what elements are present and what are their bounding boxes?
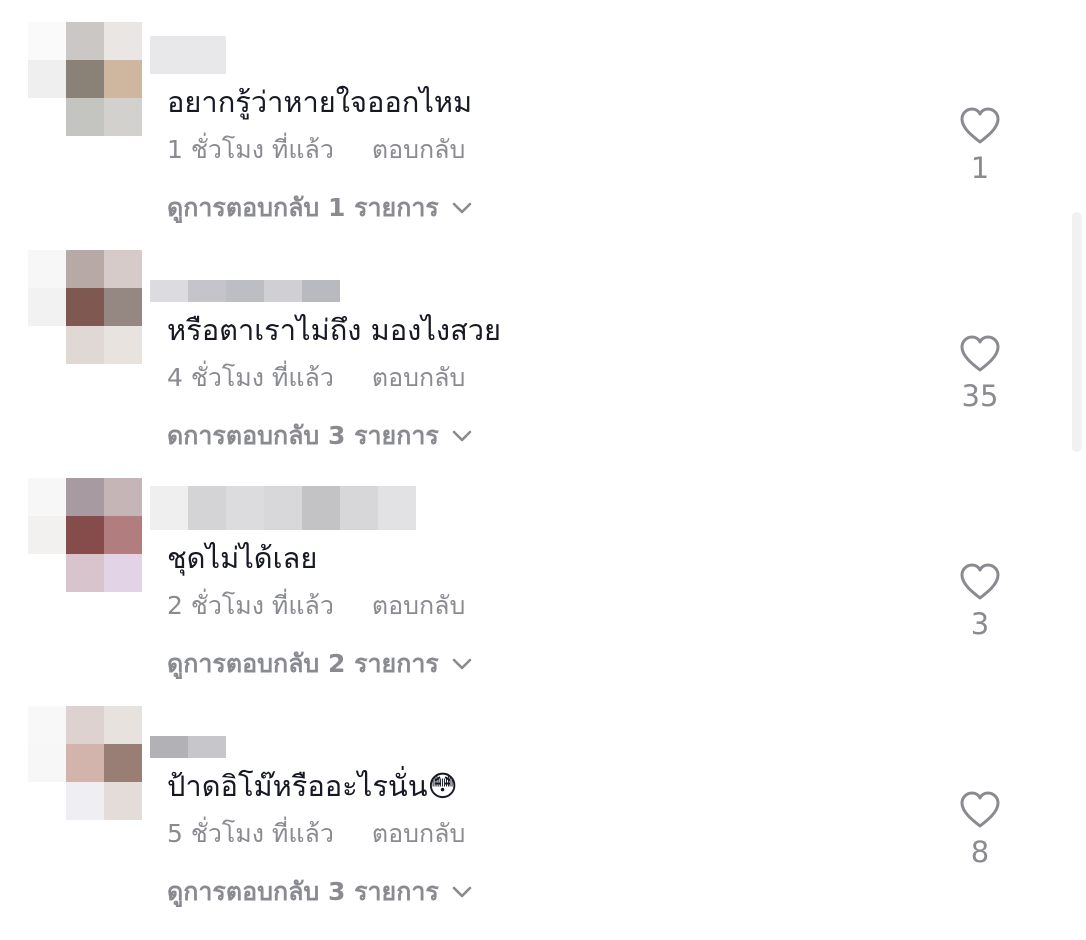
reply-button[interactable]: ตอบกลับ <box>372 363 465 392</box>
heart-outline-icon[interactable] <box>958 334 1002 374</box>
like-count: 1 <box>970 151 990 185</box>
view-replies-label: ดูการตอบกลับ 1 รายการ <box>167 193 439 222</box>
comment-item: หรือตาเราไม่ถึง มองไงสวย 4 ชั่วโมง ที่แล… <box>0 250 1060 478</box>
heart-outline-icon[interactable] <box>958 790 1002 830</box>
view-replies-label: ดูการตอบกลับ 2 รายการ <box>167 649 439 678</box>
comment-time: 2 ชั่วโมง ที่แล้ว <box>167 591 334 620</box>
like-count: 3 <box>970 607 990 641</box>
like-count: 35 <box>961 379 999 413</box>
chevron-down-icon <box>452 886 472 898</box>
view-replies-button[interactable]: ดการตอบกลับ 3 รายการ <box>167 420 473 452</box>
comment-item: ป้าดอิโม๊หรืออะไรนั่น😳 5 ชั่วโมง ที่แล้ว… <box>0 706 1060 934</box>
comment-meta: 2 ชั่วโมง ที่แล้ว ตอบกลับ <box>167 590 465 622</box>
username-blurred[interactable] <box>150 714 226 758</box>
comment-item: ชุดไม่ได้เลย 2 ชั่วโมง ที่แล้ว ตอบกลับ ดู… <box>0 478 1060 706</box>
heart-outline-icon[interactable] <box>958 562 1002 602</box>
comment-text: ป้าดอิโม๊หรืออะไรนั่น😳 <box>167 769 458 803</box>
comment-meta: 5 ชั่วโมง ที่แล้ว ตอบกลับ <box>167 818 465 850</box>
avatar[interactable] <box>28 478 142 592</box>
reply-button[interactable]: ตอบกลับ <box>372 819 465 848</box>
heart-outline-icon[interactable] <box>958 106 1002 146</box>
reply-button[interactable]: ตอบกลับ <box>372 135 465 164</box>
avatar[interactable] <box>28 250 142 364</box>
view-replies-button[interactable]: ดูการตอบกลับ 1 รายการ <box>167 192 473 224</box>
comment-time: 4 ชั่วโมง ที่แล้ว <box>167 363 334 392</box>
comment-text: ชุดไม่ได้เลย <box>167 541 318 575</box>
avatar[interactable] <box>28 22 142 136</box>
comment-meta: 1 ชั่วโมง ที่แล้ว ตอบกลับ <box>167 134 465 166</box>
reply-button[interactable]: ตอบกลับ <box>372 591 465 620</box>
avatar[interactable] <box>28 706 142 820</box>
comment-time: 1 ชั่วโมง ที่แล้ว <box>167 135 334 164</box>
view-replies-button[interactable]: ดูการตอบกลับ 3 รายการ <box>167 876 473 908</box>
view-replies-label: ดการตอบกลับ 3 รายการ <box>167 421 439 450</box>
chevron-down-icon <box>452 430 472 442</box>
view-replies-label: ดูการตอบกลับ 3 รายการ <box>167 877 439 906</box>
like-count: 8 <box>970 835 990 869</box>
comment-meta: 4 ชั่วโมง ที่แล้ว ตอบกลับ <box>167 362 465 394</box>
chevron-down-icon <box>452 202 472 214</box>
comment-text: อยากรู้ว่าหายใจออกไหม <box>167 85 473 119</box>
scrollbar-thumb[interactable] <box>1072 212 1082 452</box>
scrollbar[interactable] <box>1068 212 1086 452</box>
comment-text: หรือตาเราไม่ถึง มองไงสวย <box>167 313 502 347</box>
view-replies-button[interactable]: ดูการตอบกลับ 2 รายการ <box>167 648 473 680</box>
username-blurred[interactable] <box>150 486 416 530</box>
chevron-down-icon <box>452 658 472 670</box>
comment-time: 5 ชั่วโมง ที่แล้ว <box>167 819 334 848</box>
comment-item: อยากรู้ว่าหายใจออกไหม 1 ชั่วโมง ที่แล้ว ต… <box>0 22 1060 250</box>
username-blurred[interactable] <box>150 258 340 302</box>
username-blurred[interactable] <box>150 30 226 74</box>
